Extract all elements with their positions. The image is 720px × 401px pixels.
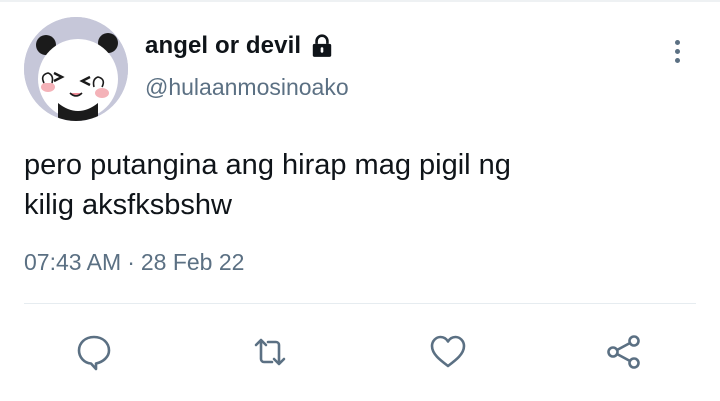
- top-border: [0, 0, 720, 2]
- avatar[interactable]: [24, 17, 128, 121]
- display-name-row: angel or devil: [145, 28, 335, 64]
- tweet-time: 07:43 AM: [24, 249, 122, 275]
- divider: [24, 303, 696, 304]
- tweet-date: 28 Feb 22: [140, 249, 245, 275]
- more-options-button[interactable]: [662, 34, 692, 68]
- reply-icon: [77, 335, 111, 371]
- timestamp-separator: ·: [127, 249, 135, 275]
- share-button[interactable]: [602, 330, 646, 374]
- tweet-text: pero putangina ang hirap mag pigil ng ki…: [24, 149, 511, 221]
- panda-sticker-avatar-image: [24, 17, 128, 121]
- handle[interactable]: @hulaanmosinoako: [145, 74, 349, 101]
- tweet-timestamp[interactable]: 07:43 AM · 28 Feb 22: [24, 249, 244, 276]
- retweet-icon: [254, 338, 286, 366]
- reply-button[interactable]: [72, 330, 116, 374]
- share-icon: [607, 335, 640, 369]
- heart-icon: [430, 335, 466, 368]
- like-button[interactable]: [426, 330, 470, 374]
- display-name[interactable]: angel or devil: [145, 32, 301, 60]
- more-dot-icon: [674, 39, 680, 45]
- more-dot-icon: [674, 48, 680, 54]
- lock-icon: [312, 34, 332, 57]
- retweet-button[interactable]: [248, 330, 292, 374]
- more-dot-icon: [674, 57, 680, 63]
